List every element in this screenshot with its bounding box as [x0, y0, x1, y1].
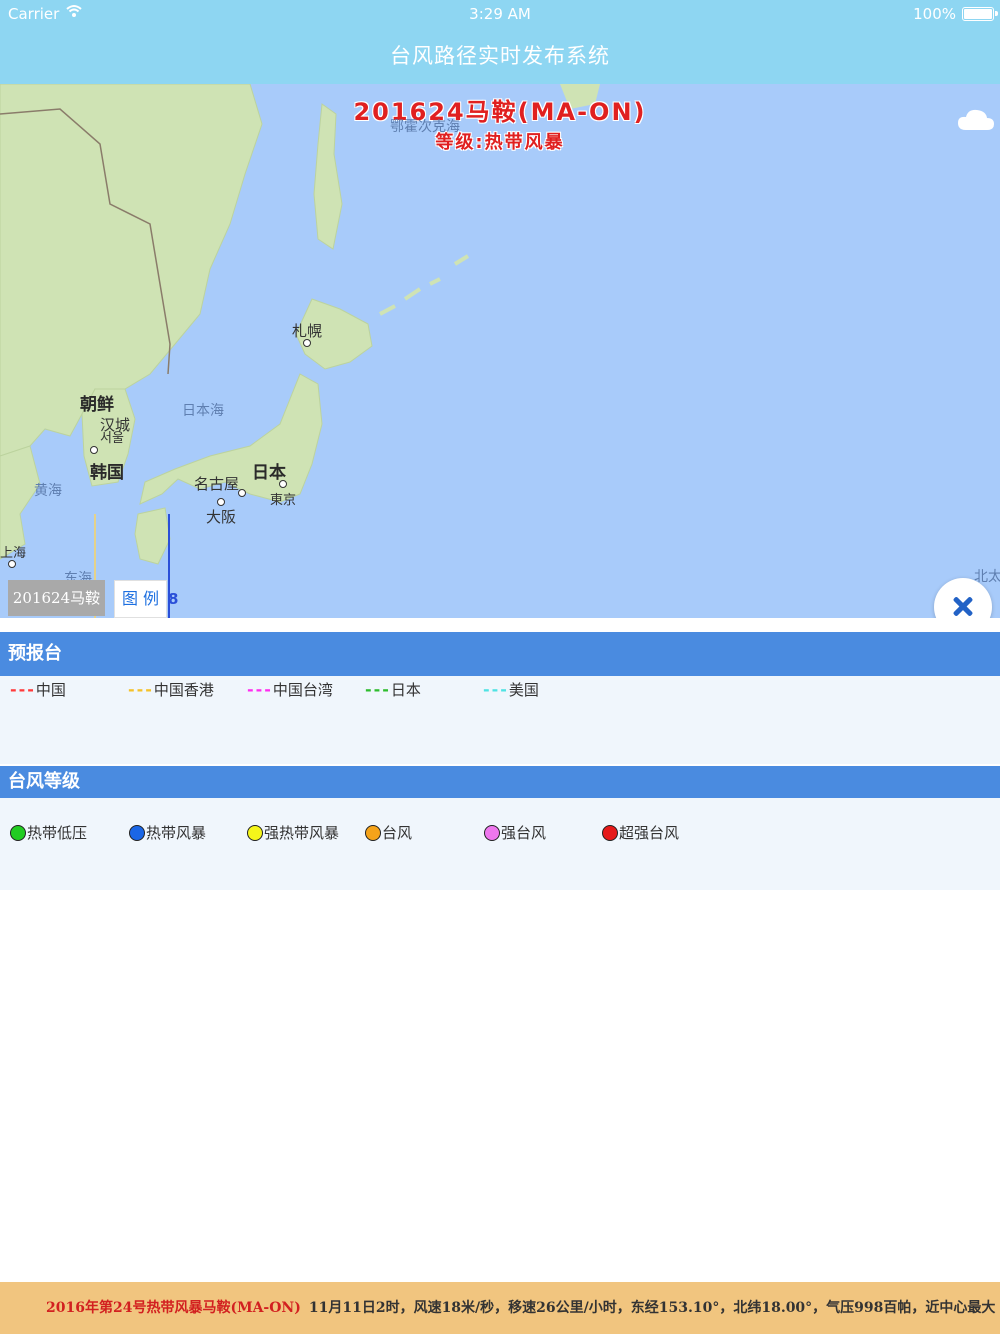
map-label-shanghai: 上海 [0, 546, 27, 561]
city-dot-shanghai [8, 560, 16, 568]
ticker-content: 2016年第24号热带风暴马鞍(MA-ON) 11月11日2时，风速18米/秒，移… [46, 1282, 995, 1334]
level-label-superty: 超强台风 [619, 824, 680, 842]
forecast-label-hongkong: 中国香港 [153, 681, 214, 699]
storm-level: 等级:热带风暴 [435, 132, 565, 153]
forecast-label-usa: 美国 [508, 681, 539, 699]
level-dot-icon-ty [365, 824, 381, 841]
forecast-label-china: 中国 [35, 681, 66, 699]
level-item-sty: 强台风 [484, 822, 546, 843]
level-section-title: 台风等级 [0, 766, 1000, 798]
city-dot-osaka [217, 498, 225, 506]
dash-icon-hongkong: --- [128, 680, 154, 699]
land-kyushu [134, 507, 171, 565]
status-time: 3:29 AM [469, 5, 531, 23]
app-screen: { "status_bar": { "carrier": "Carrier", … [0, 0, 1000, 1334]
storm-tab[interactable]: 201624马鞍 [8, 580, 105, 616]
map-label-north-korea: 朝鲜 [80, 395, 114, 415]
battery-percent: 100% [913, 5, 956, 23]
battery-icon [962, 7, 998, 21]
level-item-td: 热带低压 [10, 822, 87, 843]
app-title: 台风路径实时发布系统 [390, 44, 610, 68]
legend-tab[interactable]: 图 例 [114, 580, 167, 618]
forecast-label-taiwan: 中国台湾 [272, 681, 333, 699]
level-legend-body: 热带低压 热带风暴 强热带风暴 台风 强台风 超强台风 [0, 798, 1000, 890]
info-ticker[interactable]: 2016年第24号热带风暴马鞍(MA-ON) 11月11日2时，风速18米/秒，移… [0, 1282, 1000, 1334]
city-dot-tokyo [279, 480, 287, 488]
ticker-text: 11月11日2时，风速18米/秒，移速26公里/小时，东经153.10°，北纬1… [308, 1300, 996, 1316]
map-label-osaka: 大阪 [206, 508, 237, 526]
dash-icon-china: --- [10, 680, 36, 699]
level-dot-icon-sts [247, 824, 263, 841]
forecast-item-china: --- 中国 [10, 679, 66, 700]
level-dot-icon-superty [602, 824, 618, 841]
forecast-item-japan: --- 日本 [365, 679, 421, 700]
forecast-legend-body: --- 中国 --- 中国香港 --- 中国台湾 --- 日本 --- 美国 [0, 676, 1000, 764]
storm-name: 201624马鞍(MA-ON) [353, 98, 647, 126]
forecast-label-japan: 日本 [390, 681, 421, 699]
level-label-sty: 强台风 [501, 824, 547, 842]
map-label-tokyo: 東京 [270, 493, 297, 508]
land-kurils [379, 254, 470, 316]
level-label-td: 热带低压 [27, 824, 88, 842]
level-label-sts: 强热带风暴 [264, 824, 340, 842]
forecast-item-usa: --- 美国 [483, 679, 539, 700]
city-dot-sapporo [303, 339, 311, 347]
city-dot-nagoya [238, 489, 246, 497]
forecast-item-hongkong: --- 中国香港 [128, 679, 214, 700]
level-item-ty: 台风 [365, 822, 412, 843]
level-item-superty: 超强台风 [602, 822, 679, 843]
map-background [0, 84, 600, 565]
level-item-sts: 强热带风暴 [247, 822, 339, 843]
level-label-ty: 台风 [382, 824, 413, 842]
map-label-south-korea: 韩国 [90, 463, 124, 483]
app-header: Carrier 3:29 AM 100% 台风路径实时发布系统 [0, 0, 1000, 84]
level-label-ts: 热带风暴 [146, 824, 207, 842]
level-dot-icon-td [10, 824, 26, 841]
cloud-icon[interactable] [956, 106, 996, 136]
dash-icon-japan: --- [365, 680, 391, 699]
forecast-section-title: 预报台 [0, 632, 1000, 676]
level-item-ts: 热带风暴 [129, 822, 206, 843]
map-label-seoul: 서울 [100, 431, 124, 446]
level-dot-icon-sty [484, 824, 500, 841]
map-label-sapporo: 札幌 [292, 322, 323, 340]
city-dot-seoul [90, 446, 98, 454]
map-label-yellow-sea: 黄海 [34, 483, 62, 499]
dash-icon-usa: --- [483, 680, 509, 699]
dash-icon-taiwan: --- [247, 680, 273, 699]
status-bar: Carrier 3:29 AM 100% [0, 0, 1000, 28]
map-label-okhotsk: 鄂霍次克海 [390, 119, 460, 135]
map-label-sea-of-japan: 日本海 [182, 403, 224, 419]
ticker-title: 2016年第24号热带风暴马鞍(MA-ON) [46, 1300, 301, 1316]
forecast-item-taiwan: --- 中国台湾 [247, 679, 333, 700]
level-dot-icon-ts [129, 824, 145, 841]
track-marker: 8 [168, 590, 179, 608]
map-label-nagoya: 名古屋 [194, 475, 240, 493]
typhoon-map[interactable]: 201624马鞍(MA-ON) 等级:热带风暴 鄂霍次克海 札幌 朝鲜 汉城 서… [0, 84, 1000, 618]
battery-fill [964, 9, 992, 19]
